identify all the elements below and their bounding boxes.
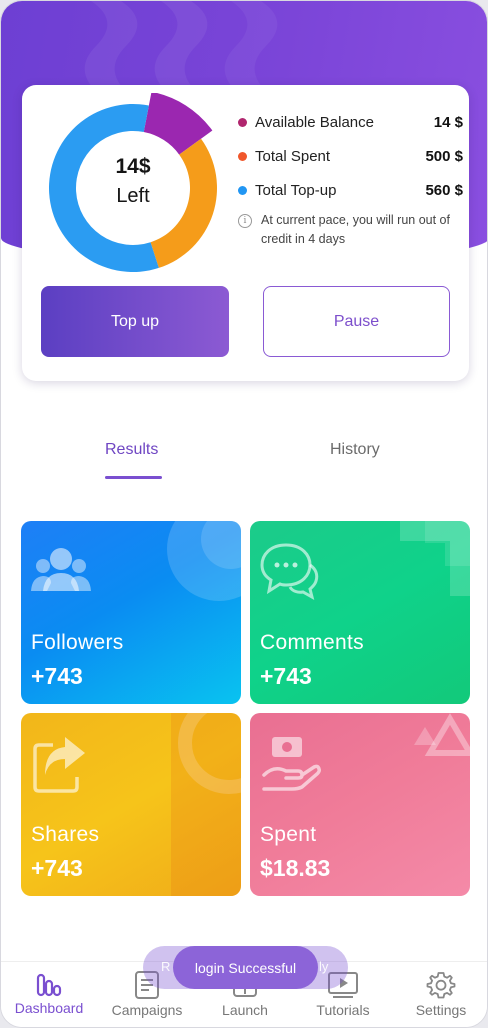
tile-title: Comments <box>260 631 364 654</box>
legend-label: Available Balance <box>255 113 374 131</box>
balance-card: 14$ Left Available Balance 14 $ Total Sp… <box>22 85 469 381</box>
login-success-toast: login Successful <box>173 946 318 989</box>
legend-dot <box>238 117 247 127</box>
tile-title: Spent <box>260 823 317 846</box>
legend-value: 560 $ <box>425 181 463 199</box>
app-screen: 14$ Left Available Balance 14 $ Total Sp… <box>0 0 488 1028</box>
nav-item-settings[interactable]: Settings <box>396 970 486 1018</box>
credit-forecast-text: At current pace, you will run out of cre… <box>261 213 450 246</box>
legend-value: 500 $ <box>425 147 463 165</box>
bar-chart-icon <box>36 973 62 997</box>
tile-value: $18.83 <box>260 855 331 881</box>
legend-total-topup: Total Top-up 560 $ <box>238 173 463 207</box>
nav-item-dashboard[interactable]: Dashboard <box>4 970 94 1016</box>
legend-label: Total Top-up <box>255 181 337 199</box>
shares-tile[interactable]: Shares +743 <box>21 713 241 896</box>
legend-total-spent: Total Spent 500 $ <box>238 139 463 173</box>
credit-forecast-note: i At current pace, you will run out of c… <box>238 211 463 249</box>
tile-value: +743 <box>31 663 83 689</box>
nav-label: Dashboard <box>14 1000 84 1016</box>
legend-available-balance: Available Balance 14 $ <box>238 105 463 139</box>
toast-ghost-text: ly <box>319 959 329 974</box>
remaining-amount: 14$ <box>115 155 151 178</box>
people-icon <box>31 548 91 591</box>
tile-value: +743 <box>260 663 312 689</box>
remaining-caption: Left <box>116 185 150 207</box>
top-up-button[interactable]: Top up <box>41 286 229 357</box>
tile-value: +743 <box>31 855 83 881</box>
tab-history[interactable]: History <box>330 441 380 459</box>
balance-legend: Available Balance 14 $ Total Spent 500 $… <box>238 105 463 249</box>
nav-label: Tutorials <box>316 1002 370 1018</box>
info-icon: i <box>238 214 252 228</box>
nav-label: Campaigns <box>111 1002 183 1018</box>
toast-ghost-text: R <box>161 959 171 974</box>
spent-tile[interactable]: Spent $18.83 <box>250 713 470 896</box>
legend-dot <box>238 151 247 161</box>
donut-center-label: 14$ Left <box>78 155 188 208</box>
tab-results[interactable]: Results <box>105 441 158 459</box>
legend-label: Total Spent <box>255 147 331 165</box>
nav-label: Launch <box>222 1002 268 1018</box>
results-history-tabs: Results History <box>1 433 487 483</box>
chat-bubbles-icon <box>260 543 319 600</box>
money-hand-icon <box>262 737 321 791</box>
share-icon <box>33 737 85 793</box>
active-tab-indicator <box>105 476 162 479</box>
tile-title: Followers <box>31 631 124 654</box>
comments-tile[interactable]: Comments +743 <box>250 521 470 704</box>
pause-button[interactable]: Pause <box>263 286 450 357</box>
legend-value: 14 $ <box>433 113 463 131</box>
gear-icon <box>426 972 456 999</box>
tile-title: Shares <box>31 823 100 846</box>
followers-tile[interactable]: Followers +743 <box>21 521 241 704</box>
legend-dot <box>238 185 247 195</box>
nav-label: Settings <box>415 1002 467 1018</box>
